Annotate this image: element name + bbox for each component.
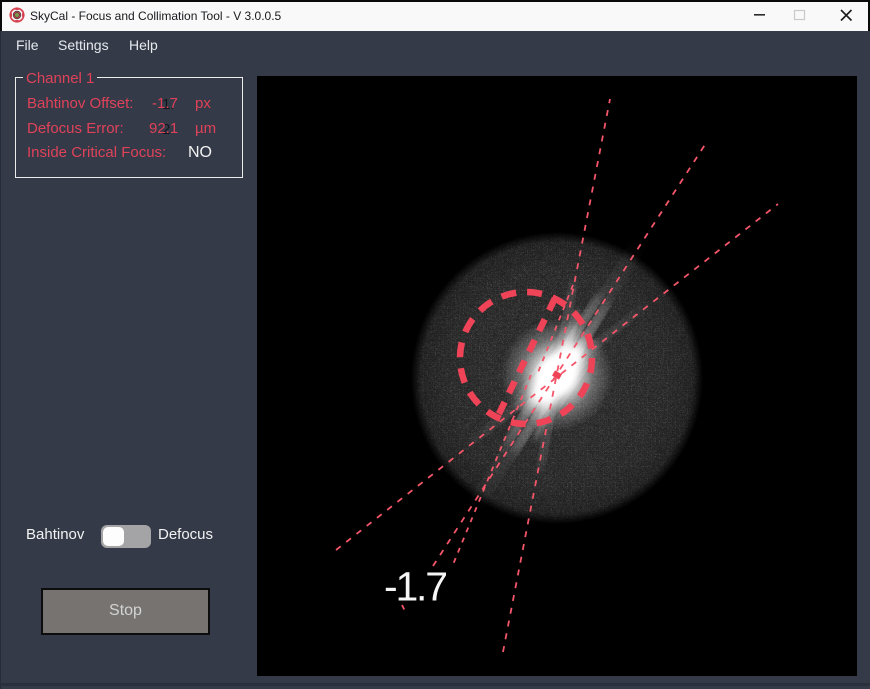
svg-text:-1.7: -1.7: [384, 564, 446, 610]
